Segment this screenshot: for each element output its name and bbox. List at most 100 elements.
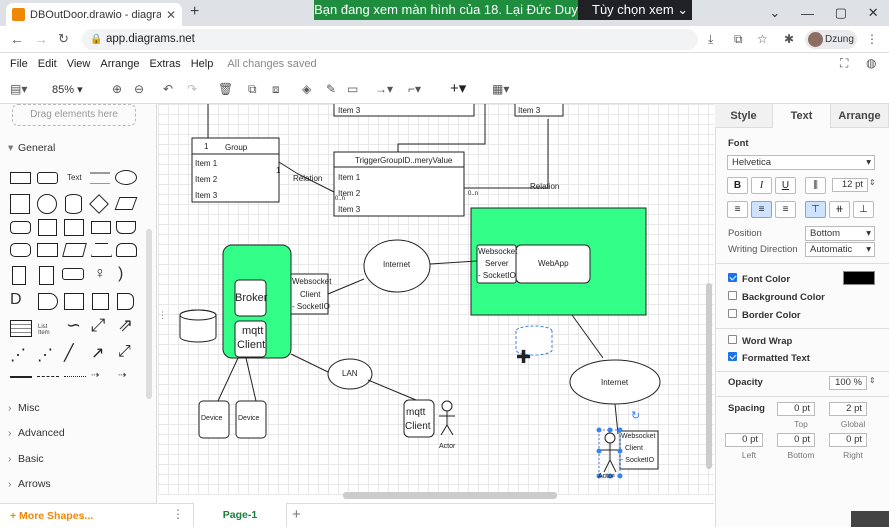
shape-dashed-connector[interactable] xyxy=(37,376,59,377)
section-general[interactable]: ▾ General xyxy=(0,142,157,154)
close-tab-icon[interactable]: ✕ xyxy=(166,8,176,22)
shape-text[interactable]: Text xyxy=(67,173,82,182)
shape-cube[interactable] xyxy=(38,219,57,236)
spacing-top-input[interactable]: 0 pt xyxy=(777,402,815,416)
shape-rectangle[interactable] xyxy=(10,172,31,184)
globe-icon[interactable]: ◍ xyxy=(866,56,876,70)
bookmark-star-icon[interactable]: ☆ xyxy=(757,32,768,46)
shape-line-icon[interactable]: ╱ xyxy=(64,343,74,363)
to-front-icon[interactable]: ⧉ xyxy=(248,82,257,97)
shape-double-arrow-icon[interactable]: ⤢ xyxy=(91,315,105,336)
trigger-table-title[interactable]: TriggerGroupID..meryValue xyxy=(355,156,452,165)
shape-bidirectional-icon[interactable]: ⤢ xyxy=(118,343,131,361)
diagram-canvas[interactable]: Item 3 Item 3 1 Group Item 1 Item 2 Item… xyxy=(158,104,714,495)
opacity-stepper-icon[interactable]: ⇕ xyxy=(869,376,876,385)
canvas-vertical-scrollbar[interactable] xyxy=(706,283,712,469)
shape-rounded-rect[interactable] xyxy=(37,172,58,184)
position-select[interactable]: Bottom ▾ xyxy=(805,226,875,241)
font-size-input[interactable]: 12 pt xyxy=(832,178,868,192)
internet-cloud-bottom[interactable]: Internet xyxy=(601,378,628,387)
shape-ellipse[interactable] xyxy=(115,170,137,185)
section-misc[interactable]: › Misc xyxy=(0,402,157,414)
spacing-bottom-input[interactable]: 0 pt xyxy=(777,433,815,447)
shape-frame[interactable] xyxy=(37,243,58,257)
underline-button[interactable]: U xyxy=(775,177,796,194)
undo-icon[interactable]: ↶ xyxy=(163,82,173,96)
section-basic[interactable]: › Basic xyxy=(0,453,157,465)
tab-arrange[interactable]: Arrange xyxy=(831,104,889,128)
shape-document[interactable] xyxy=(116,221,136,234)
align-bottom-button[interactable]: ⊥ xyxy=(853,201,874,218)
menu-arrange[interactable]: Arrange xyxy=(100,58,139,70)
shapes-scrollbar[interactable] xyxy=(146,229,152,399)
ws-client-title[interactable]: Websocket xyxy=(292,277,331,286)
waypoints-icon[interactable]: ⌐▾ xyxy=(408,82,421,96)
relation-label-left[interactable]: Relation xyxy=(293,174,322,183)
opacity-input[interactable]: 100 % xyxy=(829,376,867,390)
background-color-checkbox[interactable] xyxy=(728,291,737,300)
shape-hexagon[interactable] xyxy=(10,221,31,234)
writing-direction-select[interactable]: Automatic ▾ xyxy=(805,242,875,257)
lan-cloud-label[interactable]: LAN xyxy=(342,369,358,378)
menu-help[interactable]: Help xyxy=(191,58,214,70)
forward-icon[interactable]: → xyxy=(34,31,48,47)
scratchpad-drop-zone[interactable]: Drag elements here xyxy=(12,104,136,126)
shape-link-connector-icon[interactable]: ⇢ xyxy=(118,370,126,381)
shape-square[interactable] xyxy=(10,194,30,214)
shape-card[interactable] xyxy=(10,243,31,257)
shape-actor-icon[interactable]: ♀ xyxy=(94,265,106,283)
mqtt-client-mqtt[interactable]: mqtt xyxy=(406,407,425,418)
shape-data-storage[interactable] xyxy=(38,293,58,310)
shape-circle[interactable] xyxy=(37,194,57,214)
device-1-label[interactable]: Device xyxy=(201,415,222,422)
shape-arrow-up-icon[interactable]: ⇗ xyxy=(118,315,133,336)
relation-label-right[interactable]: Relation xyxy=(530,182,559,191)
shape-process[interactable] xyxy=(64,219,84,236)
share-page-icon[interactable]: ⧉ xyxy=(734,32,743,47)
shape-dotted-line-icon[interactable]: ⋰ xyxy=(37,345,53,365)
shadow-icon[interactable]: ▭ xyxy=(347,82,358,96)
reload-icon[interactable]: ↻ xyxy=(58,31,69,47)
shape-thick-line[interactable] xyxy=(10,376,32,378)
font-color-checkbox[interactable] xyxy=(728,273,737,282)
websocket-server-title[interactable]: Websocket xyxy=(478,247,517,256)
shape-note[interactable] xyxy=(12,266,26,285)
align-center-button[interactable]: ≡ xyxy=(751,201,772,218)
trigger-item-1[interactable]: Item 1 xyxy=(338,173,360,182)
rotate-handle-icon[interactable]: ↻ xyxy=(631,409,640,422)
section-arrows[interactable]: › Arrows xyxy=(0,478,157,490)
top-item-3-a[interactable]: Item 3 xyxy=(338,106,360,115)
broker-label[interactable]: Broker xyxy=(235,292,267,304)
italic-button[interactable]: I xyxy=(751,177,772,194)
fill-color-icon[interactable]: ◈ xyxy=(302,82,311,96)
section-advanced[interactable]: › Advanced xyxy=(0,427,157,439)
zoom-level[interactable]: 85% ▾ xyxy=(52,83,83,96)
install-icon[interactable]: ⤓ xyxy=(708,32,713,47)
word-wrap-checkbox[interactable] xyxy=(728,335,737,344)
align-middle-button[interactable]: ⧺ xyxy=(829,201,850,218)
table-icon[interactable]: ▦▾ xyxy=(492,82,509,96)
menu-view[interactable]: View xyxy=(67,58,91,70)
trigger-item-3[interactable]: Item 3 xyxy=(338,205,360,214)
actor-label[interactable]: Actor xyxy=(439,443,455,450)
format-panel-toggle-icon[interactable]: ▤▾ xyxy=(10,82,27,96)
shape-internal-storage[interactable] xyxy=(64,293,84,310)
delete-icon[interactable]: 🗑 xyxy=(218,82,233,96)
shape-delay-icon[interactable]: D xyxy=(10,291,22,309)
shape-tape[interactable] xyxy=(62,243,87,257)
minimize-icon[interactable]: — xyxy=(801,6,814,21)
insert-icon[interactable]: +▾ xyxy=(450,79,466,97)
group-item-3[interactable]: Item 3 xyxy=(195,191,217,200)
shape-wave[interactable] xyxy=(116,243,137,257)
shape-curve-icon[interactable]: ∽ xyxy=(66,315,81,336)
formatted-text-checkbox[interactable] xyxy=(728,352,737,361)
pages-menu-icon[interactable]: ⋮ xyxy=(172,507,184,521)
align-top-button[interactable]: ⊤ xyxy=(805,201,826,218)
align-right-button[interactable]: ≡ xyxy=(775,201,796,218)
more-shapes-button[interactable]: + More Shapes... xyxy=(0,503,157,527)
bold-button[interactable]: B xyxy=(727,177,748,194)
line-color-icon[interactable]: ✎ xyxy=(326,82,336,96)
spacing-right-input[interactable]: 0 pt xyxy=(829,433,867,447)
align-left-button[interactable]: ≡ xyxy=(727,201,748,218)
shape-dashed-line-icon[interactable]: ⋰ xyxy=(10,345,26,365)
